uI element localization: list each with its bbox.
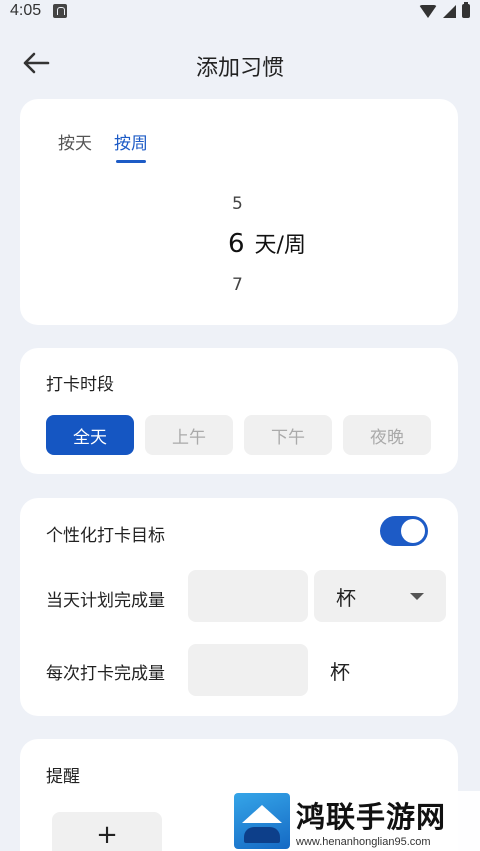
status-time: 4:05 (10, 2, 42, 19)
checkin-period-card: 打卡时段 全天 上午 下午 夜晚 (20, 348, 458, 474)
period-option-night[interactable]: 夜晚 (343, 415, 431, 455)
signal-icon (443, 4, 456, 18)
frequency-card: 按天 按周 5 6 天/周 7 (20, 99, 458, 325)
battery-icon (462, 2, 470, 18)
unit-select-value: 杯 (336, 585, 356, 610)
period-options: 全天 上午 下午 夜晚 (46, 415, 431, 455)
reminder-label: 提醒 (46, 767, 80, 787)
status-icons (419, 2, 470, 18)
period-option-afternoon[interactable]: 下午 (244, 415, 332, 455)
watermark-text: 鸿联手游网 www.henanhonglian95.com (296, 794, 446, 848)
period-option-all-day[interactable]: 全天 (46, 415, 134, 455)
personal-goal-card: 个性化打卡目标 当天计划完成量 杯 每次打卡完成量 杯 (20, 498, 458, 716)
picker-unit: 天/周 (254, 233, 306, 258)
watermark-url: www.henanhonglian95.com (296, 836, 431, 848)
daily-amount-input[interactable] (188, 570, 308, 622)
page-title: 添加习惯 (195, 56, 284, 81)
notification-icon (53, 4, 68, 18)
picker-next-value[interactable]: 7 (232, 275, 243, 295)
watermark: 鸿联手游网 www.henanhonglian95.com (232, 791, 480, 851)
add-reminder-button[interactable]: + (52, 812, 162, 851)
goal-toggle[interactable] (380, 516, 428, 546)
frequency-tabs: 按天 按周 (58, 129, 148, 163)
tab-by-week[interactable]: 按周 (114, 129, 148, 163)
caret-down-icon (410, 592, 424, 600)
period-option-morning[interactable]: 上午 (145, 415, 233, 455)
daily-amount-label: 当天计划完成量 (46, 591, 165, 611)
status-bar: 4:05 (0, 0, 480, 22)
watermark-logo-icon (234, 793, 290, 849)
picker-current-value: 6 (228, 229, 245, 259)
picker-prev-value[interactable]: 5 (232, 194, 243, 214)
header: 添加习惯 (0, 40, 480, 86)
unit-select[interactable]: 杯 (314, 570, 446, 622)
days-per-week-picker[interactable]: 6 天/周 (228, 227, 306, 259)
per-checkin-amount-label: 每次打卡完成量 (46, 664, 165, 684)
goal-label: 个性化打卡目标 (46, 526, 165, 546)
per-checkin-amount-input[interactable] (188, 644, 308, 696)
period-label: 打卡时段 (46, 375, 114, 395)
wifi-icon (419, 4, 437, 18)
per-checkin-unit: 杯 (330, 660, 350, 684)
tab-by-day[interactable]: 按天 (58, 129, 92, 154)
watermark-title: 鸿联手游网 (296, 800, 447, 834)
